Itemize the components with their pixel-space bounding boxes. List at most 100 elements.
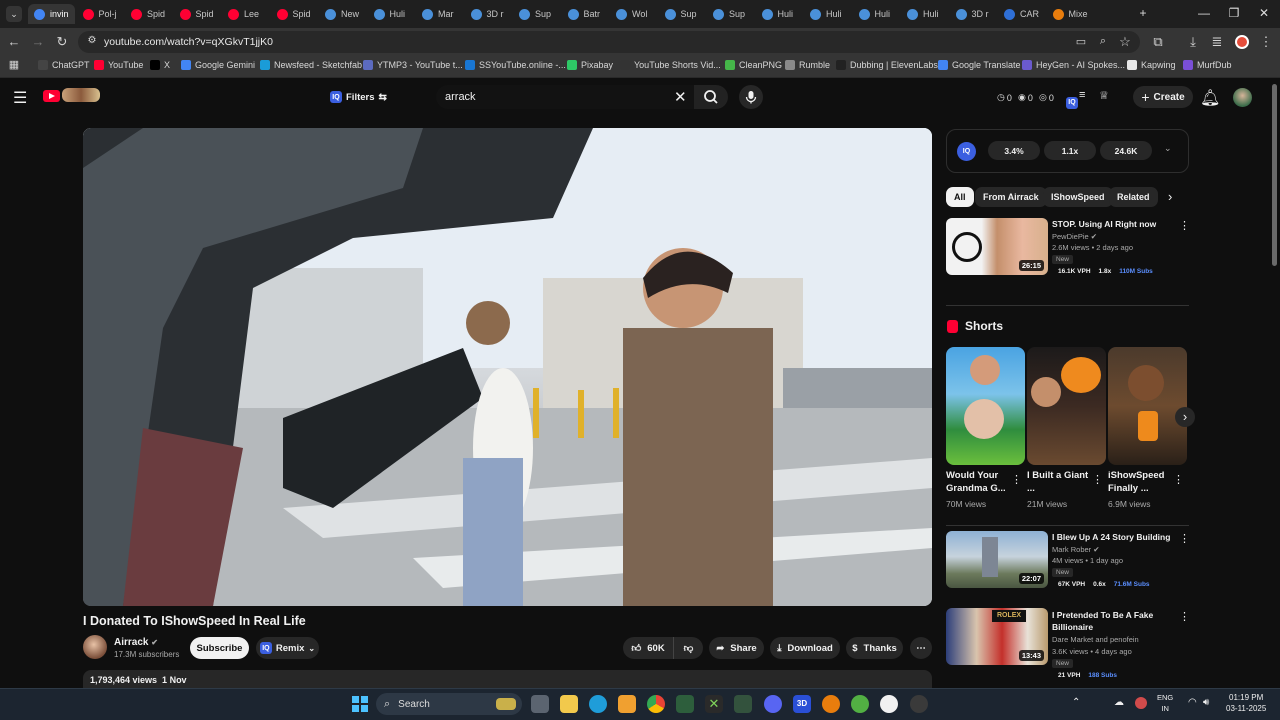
menu-icon[interactable]: ☰ [13, 88, 27, 108]
browser-tab[interactable]: Huli [756, 4, 803, 24]
shorts-next-button[interactable]: › [1175, 407, 1195, 427]
chevron-down-icon[interactable]: ⌄ [1164, 143, 1172, 154]
zoom-icon[interactable]: ⌕ [1095, 35, 1111, 48]
more-vertical-icon[interactable]: ⋮ [1179, 219, 1190, 232]
apps-grid-icon[interactable]: ▦ [6, 58, 22, 71]
channel-avatar[interactable] [83, 635, 107, 659]
maximize-button[interactable]: ❐ [1226, 6, 1242, 20]
browser-tab[interactable]: Mixe [1047, 4, 1094, 24]
short-thumbnail[interactable] [946, 347, 1025, 465]
browser-tab[interactable]: Spid [174, 4, 221, 24]
app-icon[interactable] [734, 695, 752, 713]
browser-tab[interactable]: Spid [125, 4, 172, 24]
bookmark-star-icon[interactable]: ☆ [1117, 34, 1133, 50]
recommended-title[interactable]: STOP. Using AI Right now [1052, 218, 1174, 230]
browser-tab[interactable]: Lee [222, 4, 269, 24]
new-tab-button[interactable]: + [1135, 6, 1151, 20]
chip-related[interactable]: Related [1109, 187, 1158, 207]
bookmark-item[interactable]: YouTube [94, 60, 143, 70]
downloads-icon[interactable]: ⤓ [1185, 34, 1201, 50]
browser-tab[interactable]: Huli [368, 4, 415, 24]
thanks-button[interactable]: $ Thanks [846, 637, 903, 659]
task-view-icon[interactable] [531, 695, 549, 713]
bookmark-item[interactable]: Rumble [785, 60, 830, 70]
chevron-right-icon[interactable]: › [1168, 189, 1172, 204]
browser-tab[interactable]: Spid [271, 4, 318, 24]
more-vertical-icon[interactable]: ⋮ [1179, 532, 1190, 545]
browser-tab[interactable]: Huli [853, 4, 900, 24]
more-vertical-icon[interactable]: ⋮ [1179, 610, 1190, 623]
doodle-logo[interactable] [62, 88, 100, 102]
back-icon[interactable]: ← [6, 34, 22, 49]
unreal-icon[interactable] [880, 695, 898, 713]
tray-chevron-icon[interactable]: ⌃ [1072, 697, 1080, 708]
short-thumbnail[interactable] [1108, 347, 1187, 465]
chip-all[interactable]: All [946, 187, 974, 207]
chrome-menu-icon[interactable]: ⋮ [1258, 34, 1274, 50]
bookmark-item[interactable]: SSYouTube.online -... [465, 60, 566, 70]
bookmark-item[interactable]: Google Gemini [181, 60, 255, 70]
xbox-icon[interactable]: ✕ [705, 695, 723, 713]
recommended-title[interactable]: I Pretended To Be A Fake Billionaire [1052, 609, 1174, 633]
browser-tab[interactable]: invin [28, 4, 75, 24]
bookmark-item[interactable]: ChatGPT [38, 60, 90, 70]
bookmark-item[interactable]: Kapwing [1127, 60, 1176, 70]
bookmark-item[interactable]: Newsfeed - Sketchfab [260, 60, 362, 70]
browser-tab[interactable]: Wol [610, 4, 657, 24]
browser-tab[interactable]: 3D r [950, 4, 997, 24]
short-title[interactable]: I Built a Giant ... [1027, 469, 1089, 495]
browser-tab[interactable]: 3D r [465, 4, 512, 24]
chip-from-airrack[interactable]: From Airrack [975, 187, 1047, 207]
like-button[interactable]: 👍︎ 60K [623, 637, 673, 659]
trophy-icon[interactable]: ♕ [1099, 89, 1109, 102]
browser-tab[interactable]: New [319, 4, 366, 24]
store-icon[interactable] [618, 695, 636, 713]
bookmark-item[interactable]: YTMP3 - YouTube t... [363, 60, 463, 70]
page-scrollbar[interactable] [1272, 84, 1277, 266]
bookmark-item[interactable]: Google Translate [938, 60, 1021, 70]
app-icon[interactable] [676, 695, 694, 713]
list-icon[interactable]: ≡ [1079, 89, 1085, 101]
more-vertical-icon[interactable]: ⋮ [1092, 473, 1103, 486]
browser-tab[interactable]: CAR [998, 4, 1045, 24]
iq-extension-button[interactable]: IQ [1066, 91, 1078, 109]
cast-icon[interactable]: ▭ [1073, 35, 1089, 48]
more-actions-button[interactable]: ⋯ [910, 637, 932, 659]
chrome-icon[interactable] [647, 695, 665, 713]
recommended-thumbnail[interactable]: ROLEX 13:43 [946, 608, 1048, 665]
browser-tab[interactable]: Sup [707, 4, 754, 24]
site-info-icon[interactable]: ⚙ [84, 35, 100, 46]
edge-icon[interactable] [589, 695, 607, 713]
app-icon[interactable] [851, 695, 869, 713]
browser-tab[interactable]: Huli [901, 4, 948, 24]
system-clock[interactable]: 01:19 PM 03-11-2025 [1226, 692, 1266, 714]
tray-app-icon[interactable] [1135, 697, 1147, 709]
bookmark-item[interactable]: Dubbing | ElevenLabs [836, 60, 938, 70]
browser-tab[interactable]: Mar [416, 4, 463, 24]
recommended-thumbnail[interactable]: 22:07 [946, 531, 1048, 588]
bookmark-item[interactable]: CleanPNG [725, 60, 782, 70]
recommended-title[interactable]: I Blew Up A 24 Story Building [1052, 531, 1174, 543]
search-input-value[interactable]: arrack [445, 91, 476, 103]
browser-tab[interactable]: Pol-j [77, 4, 124, 24]
clear-search-icon[interactable]: ✕ [674, 88, 687, 106]
wifi-icon[interactable]: ◠ [1188, 697, 1197, 708]
short-thumbnail[interactable] [1027, 347, 1106, 465]
chip-ishowspeed[interactable]: IShowSpeed [1043, 187, 1113, 207]
file-explorer-icon[interactable] [560, 695, 578, 713]
extensions-icon[interactable]: ⧉ [1150, 34, 1166, 50]
minimize-button[interactable]: — [1196, 6, 1212, 20]
profile-avatar[interactable] [1235, 35, 1249, 49]
browser-tab[interactable]: Sup [513, 4, 560, 24]
video-player[interactable] [83, 128, 932, 606]
taskbar-search[interactable]: ⌕ Search [376, 693, 522, 715]
remix-button[interactable]: IQ Remix ⌄ [256, 637, 319, 659]
bookmark-item[interactable]: Pixabay [567, 60, 613, 70]
search-button[interactable] [694, 85, 728, 109]
account-avatar[interactable] [1233, 88, 1252, 107]
bookmark-item[interactable]: X [150, 60, 170, 70]
discord-icon[interactable] [764, 695, 782, 713]
windows-start-icon[interactable] [352, 696, 368, 712]
browser-tab[interactable]: Sup [659, 4, 706, 24]
url-text[interactable]: youtube.com/watch?v=qXGkvT1jjK0 [104, 36, 273, 48]
